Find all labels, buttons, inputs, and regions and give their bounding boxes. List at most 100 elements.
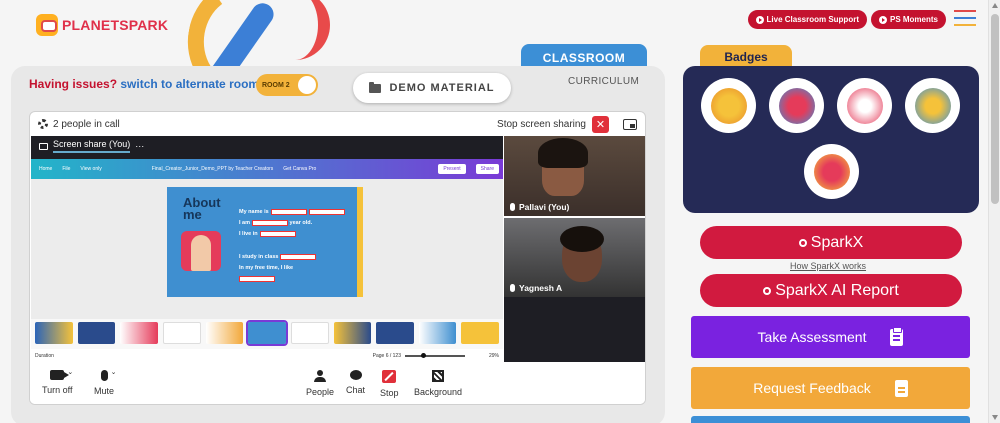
background-label: Background: [414, 387, 463, 397]
people-label: People: [306, 387, 335, 397]
demo-material-label: DEMO MATERIAL: [389, 82, 495, 94]
zoom-slider[interactable]: [404, 352, 465, 358]
switch-room-link[interactable]: switch to alternate room: [120, 77, 259, 91]
take-assessment-button[interactable]: Take Assessment: [691, 316, 970, 358]
next-action-button[interactable]: [691, 416, 970, 423]
slide-thumbnail[interactable]: [120, 322, 158, 344]
canva-doc-title: Final_Creator_Junior_Demo_PPT by Teacher…: [151, 166, 274, 172]
people-icon: [314, 370, 327, 382]
slide-title: About me: [183, 195, 221, 222]
canva-file[interactable]: File: [62, 166, 70, 172]
astronaut-badge-icon[interactable]: [837, 78, 892, 133]
stop-sharing-close-icon[interactable]: ✕: [592, 115, 609, 133]
picture-in-picture-icon[interactable]: [623, 118, 637, 130]
canva-present-button[interactable]: Present: [438, 164, 466, 174]
screen-share-icon: [39, 142, 48, 150]
scroll-down-icon[interactable]: [992, 415, 998, 420]
slide-thumbnail[interactable]: [461, 322, 500, 344]
canva-home[interactable]: Home: [39, 166, 52, 172]
background-control[interactable]: Background: [414, 370, 462, 397]
sparkx-label: SparkX: [810, 233, 864, 251]
stop-share-control[interactable]: Stop: [380, 370, 399, 398]
slide-thumbnail[interactable]: [418, 322, 457, 344]
stop-label: Stop: [380, 388, 399, 398]
slide-thumbnail[interactable]: [205, 322, 244, 344]
slide-thumbnail-selected[interactable]: [246, 320, 288, 346]
live-classroom-support-button[interactable]: Live Classroom Support: [747, 10, 867, 29]
canva-get-pro[interactable]: Get Canva Pro: [283, 166, 316, 172]
sparkx-icon: [763, 286, 772, 295]
slide-thumbnail[interactable]: [77, 322, 116, 344]
logo-text: PLANETSPARK: [62, 17, 169, 33]
slide-line-2: I am: [239, 220, 251, 226]
chevron-down-icon[interactable]: ⌄: [111, 368, 117, 376]
request-feedback-label: Request Feedback: [753, 380, 871, 396]
bulb-badge-icon[interactable]: [905, 78, 960, 133]
canva-footer: Duration Page 6 / 123 29%: [31, 349, 503, 362]
canva-toolbar: Home File View only Final_Creator_Junior…: [31, 159, 503, 179]
chat-control[interactable]: Chat: [346, 370, 365, 395]
page-scrollbar[interactable]: [988, 0, 1000, 423]
hamburger-menu-icon[interactable]: [954, 10, 976, 26]
trophy-badge-icon[interactable]: [701, 78, 756, 133]
sparkx-button[interactable]: SparkX: [700, 226, 962, 259]
participant-video: [538, 138, 588, 196]
slide-line-4: I study in class: [239, 254, 279, 260]
participant-name: Yagnesh A: [519, 283, 563, 293]
take-assessment-label: Take Assessment: [757, 329, 867, 345]
live-support-label: Live Classroom Support: [766, 15, 859, 24]
chevron-down-icon[interactable]: ⌄: [67, 368, 73, 376]
brain-badge-icon[interactable]: [804, 144, 859, 199]
mic-icon: [510, 284, 515, 292]
scroll-up-icon[interactable]: [992, 3, 998, 8]
camera-control[interactable]: ⌄ Turn off: [42, 368, 73, 395]
play-icon: [755, 15, 764, 24]
ps-moments-button[interactable]: PS Moments: [870, 10, 946, 29]
people-control[interactable]: People: [306, 370, 334, 397]
duration-label[interactable]: Duration: [35, 353, 54, 359]
slide-thumbnail[interactable]: [333, 322, 372, 344]
sparkx-icon: [798, 238, 807, 247]
sparkx-ai-report-button[interactable]: SparkX AI Report: [700, 274, 962, 307]
stop-share-icon: [382, 370, 397, 383]
call-top-bar: 2 people in call Stop screen sharing ✕: [30, 112, 645, 136]
sparkx-ai-report-label: SparkX AI Report: [775, 281, 899, 299]
slide-thumbnails: [31, 319, 503, 349]
participant-tile-1: Pallavi (You): [504, 136, 645, 216]
slide-line-1: My name is: [239, 209, 269, 215]
camera-icon: [50, 370, 70, 380]
mic-icon: [510, 203, 515, 211]
request-feedback-button[interactable]: Request Feedback: [691, 367, 970, 409]
fist-badge-icon[interactable]: [769, 78, 824, 133]
background-icon: [432, 370, 445, 382]
robot-logo-icon: [36, 14, 58, 36]
planetspark-logo[interactable]: PLANETSPARK: [36, 14, 168, 36]
screen-share-label: Screen share (You): [53, 139, 131, 153]
how-sparkx-works-link[interactable]: How SparkX works: [790, 261, 866, 271]
canva-share-button[interactable]: Share: [475, 164, 499, 174]
play-icon: [878, 15, 887, 24]
tab-curriculum[interactable]: CURRICULUM: [568, 76, 639, 87]
zoom-level: 29%: [488, 352, 499, 359]
empty-tile: [504, 297, 645, 362]
more-options-icon[interactable]: ···: [135, 141, 144, 151]
room-toggle[interactable]: ROOM 2: [256, 74, 318, 96]
clipboard-icon: [890, 326, 904, 346]
slide-thumbnail[interactable]: [162, 322, 201, 344]
gear-icon[interactable]: [38, 119, 48, 129]
folder-icon: [369, 81, 382, 93]
slide-thumbnail[interactable]: [290, 322, 329, 344]
participant-video: [560, 226, 604, 282]
badges-panel: [683, 66, 979, 213]
demo-material-button[interactable]: DEMO MATERIAL: [353, 73, 511, 103]
canva-view-only[interactable]: View only: [80, 166, 101, 172]
turn-off-label: Turn off: [42, 385, 73, 395]
participant-name: Pallavi (You): [519, 202, 570, 212]
scrollbar-thumb[interactable]: [991, 14, 999, 204]
slide-thumbnail[interactable]: [35, 322, 73, 344]
stop-sharing-label: Stop screen sharing: [497, 118, 586, 130]
slide-thumbnail[interactable]: [376, 322, 414, 344]
issue-message: Having issues? switch to alternate room: [29, 77, 259, 91]
video-call-frame: 2 people in call Stop screen sharing ✕ S…: [29, 111, 646, 405]
mic-control[interactable]: ⌄ Mute: [94, 368, 117, 396]
